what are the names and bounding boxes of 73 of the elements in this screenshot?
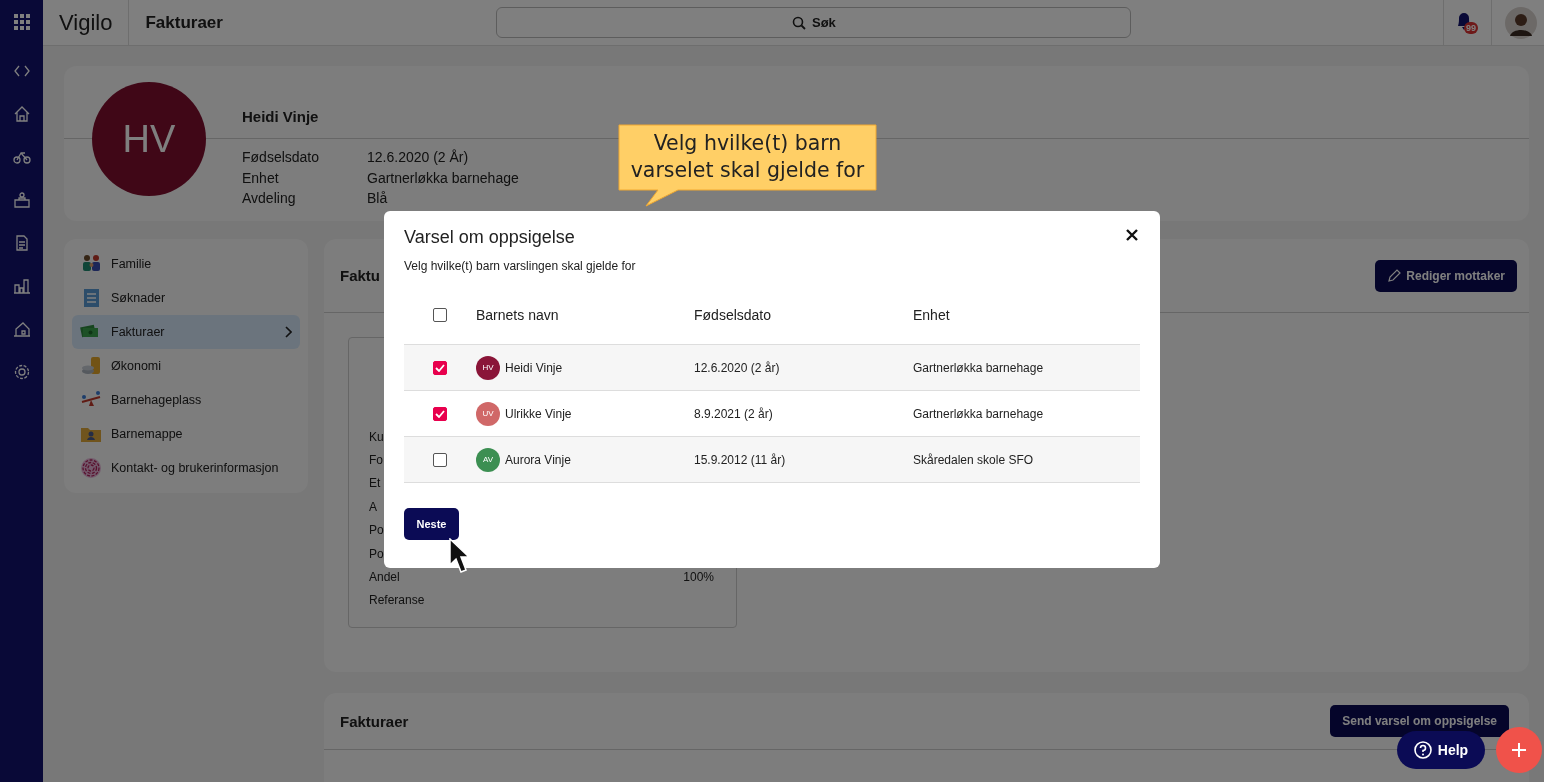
field-label: Et bbox=[369, 476, 381, 491]
column-header: Fødselsdato bbox=[694, 306, 772, 323]
settings-icon bbox=[12, 362, 31, 381]
detail-label: Fødselsdato bbox=[242, 148, 321, 167]
close-button[interactable] bbox=[1124, 227, 1140, 243]
sidebar-item[interactable]: Barnemappe bbox=[72, 417, 300, 451]
field-label: Ku bbox=[369, 429, 384, 444]
unit-name: Gartnerløkka barnehage bbox=[913, 406, 1044, 421]
checkbox[interactable] bbox=[433, 452, 447, 467]
apps-icon bbox=[12, 13, 31, 31]
detail-label: Avdeling bbox=[242, 189, 297, 208]
sidebar-item[interactable]: Kontakt- og brukerinformasjon bbox=[72, 451, 300, 485]
field-label: Andel bbox=[369, 570, 400, 585]
field-value: 100% bbox=[683, 570, 714, 585]
help-button[interactable]: Help bbox=[1397, 731, 1485, 769]
card-title: Fakturaer bbox=[340, 712, 410, 730]
child-avatar: AV bbox=[476, 447, 500, 472]
plus-icon bbox=[1511, 742, 1527, 758]
sidebar-item[interactable]: Søknader bbox=[72, 281, 300, 315]
check-icon bbox=[435, 409, 445, 418]
field-label: Po bbox=[369, 523, 384, 538]
child-avatar: UV bbox=[476, 401, 500, 426]
desk-icon bbox=[12, 190, 31, 209]
add-button[interactable] bbox=[1496, 727, 1542, 773]
unit-name: Skåredalen skole SFO bbox=[913, 452, 1034, 467]
close-icon bbox=[1126, 229, 1138, 241]
sidebar-item[interactable]: Familie bbox=[72, 247, 300, 281]
notifications-button[interactable]: 99 bbox=[1455, 10, 1480, 35]
child-name: Aurora Vinje bbox=[505, 452, 571, 467]
page-title: Fakturaer bbox=[145, 12, 224, 33]
modal-title: Varsel om oppsigelse bbox=[404, 227, 575, 249]
detail-value: Gartnerløkka barnehage bbox=[367, 168, 519, 187]
callout: Velg hvilke(t) barn varselet skal gjelde for bbox=[618, 124, 877, 207]
edit-recipient-button[interactable]: Rediger mottaker bbox=[1375, 259, 1517, 292]
checkbox[interactable] bbox=[433, 406, 447, 421]
birth-date: 15.9.2012 (11 år) bbox=[694, 452, 786, 467]
unit-name: Gartnerløkka barnehage bbox=[913, 360, 1044, 375]
sidebar-item[interactable]: Økonomi bbox=[72, 349, 300, 383]
help-icon bbox=[1413, 741, 1432, 759]
bar-chart-icon bbox=[12, 276, 31, 295]
column-header: Barnets navn bbox=[476, 306, 559, 323]
field-label: Referanse bbox=[369, 593, 425, 608]
app-logo: Vigilo bbox=[43, 0, 130, 46]
sidebar-item[interactable]: Fakturaer bbox=[72, 315, 300, 349]
fingerprint-icon bbox=[80, 457, 102, 479]
birth-date: 12.6.2020 (2 år) bbox=[694, 360, 780, 375]
send-notice-button[interactable]: Send varsel om oppsigelse bbox=[1330, 705, 1509, 737]
child-avatar: HV bbox=[476, 355, 500, 380]
coins-icon bbox=[80, 355, 102, 377]
pencil-icon bbox=[1387, 268, 1402, 283]
avatar-icon bbox=[1505, 6, 1537, 39]
field-label: A bbox=[369, 499, 377, 514]
column-header: Enhet bbox=[913, 306, 950, 323]
next-button[interactable]: Neste bbox=[404, 508, 459, 540]
search-field[interactable]: Søk bbox=[496, 7, 1132, 38]
checkbox[interactable] bbox=[433, 307, 447, 322]
detail-label: Enhet bbox=[242, 168, 280, 187]
detail-value: Blå bbox=[367, 189, 389, 208]
check-icon bbox=[435, 363, 445, 372]
detail-value: 12.6.2020 (2 År) bbox=[367, 148, 470, 167]
sidebar-item[interactable]: Barnehageplass bbox=[72, 383, 300, 417]
checkbox[interactable] bbox=[433, 360, 447, 375]
search-icon bbox=[792, 15, 806, 30]
avatar: HV bbox=[92, 82, 206, 196]
child-name: Ulrikke Vinje bbox=[505, 406, 572, 421]
modal-subtitle: Velg hvilke(t) barn varslingen skal gjelde for bbox=[404, 259, 637, 275]
chevron-right-icon bbox=[284, 326, 292, 338]
profile-name: Heidi Vinje bbox=[242, 108, 320, 127]
field-label: Po bbox=[369, 546, 384, 561]
field-label: Fo bbox=[369, 453, 383, 468]
birth-date: 8.9.2021 (2 år) bbox=[694, 406, 773, 421]
home-icon bbox=[12, 104, 31, 123]
child-name: Heidi Vinje bbox=[505, 360, 563, 375]
